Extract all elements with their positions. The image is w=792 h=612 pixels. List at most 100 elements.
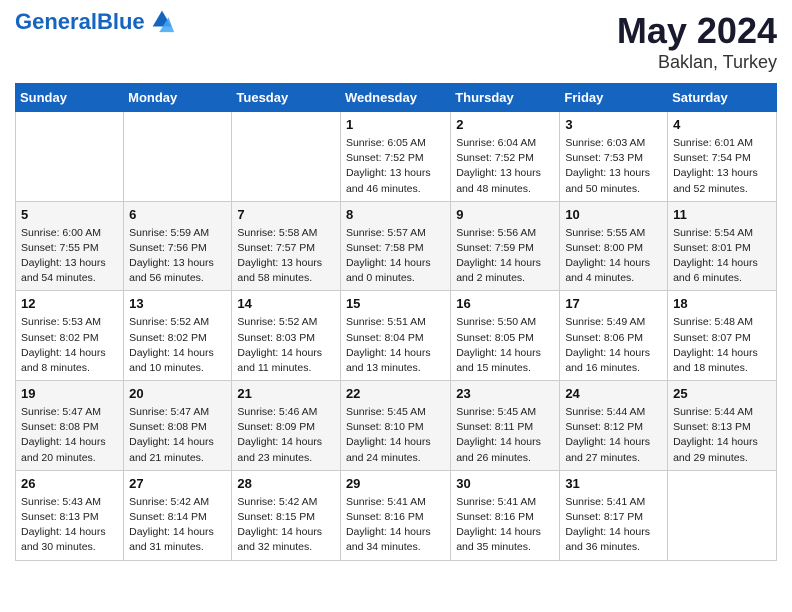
day-number: 15	[346, 295, 445, 314]
col-header-monday: Monday	[124, 84, 232, 112]
table-row: 26Sunrise: 5:43 AM Sunset: 8:13 PM Dayli…	[16, 470, 124, 560]
day-number: 12	[21, 295, 118, 314]
table-row: 27Sunrise: 5:42 AM Sunset: 8:14 PM Dayli…	[124, 470, 232, 560]
table-row: 17Sunrise: 5:49 AM Sunset: 8:06 PM Dayli…	[560, 291, 668, 381]
day-info: Sunrise: 5:54 AM Sunset: 8:01 PM Dayligh…	[673, 226, 771, 287]
table-row: 21Sunrise: 5:46 AM Sunset: 8:09 PM Dayli…	[232, 381, 341, 471]
calendar-week-row: 12Sunrise: 5:53 AM Sunset: 8:02 PM Dayli…	[16, 291, 777, 381]
day-number: 7	[237, 206, 335, 225]
table-row: 16Sunrise: 5:50 AM Sunset: 8:05 PM Dayli…	[451, 291, 560, 381]
day-number: 26	[21, 475, 118, 494]
day-number: 22	[346, 385, 445, 404]
day-number: 13	[129, 295, 226, 314]
day-info: Sunrise: 5:58 AM Sunset: 7:57 PM Dayligh…	[237, 226, 335, 287]
day-info: Sunrise: 5:44 AM Sunset: 8:12 PM Dayligh…	[565, 405, 662, 466]
logo: GeneralBlue	[15, 10, 176, 34]
day-number: 19	[21, 385, 118, 404]
day-info: Sunrise: 5:47 AM Sunset: 8:08 PM Dayligh…	[129, 405, 226, 466]
table-row: 9Sunrise: 5:56 AM Sunset: 7:59 PM Daylig…	[451, 201, 560, 291]
calendar-week-row: 5Sunrise: 6:00 AM Sunset: 7:55 PM Daylig…	[16, 201, 777, 291]
calendar-week-row: 19 Sunrise: 5:47 AM Sunset: 8:08 PM Dayli…	[16, 381, 777, 471]
table-row: 15Sunrise: 5:51 AM Sunset: 8:04 PM Dayli…	[340, 291, 450, 381]
day-info: Sunrise: 6:00 AM Sunset: 7:55 PM Dayligh…	[21, 226, 118, 287]
day-info: Sunrise: 5:41 AM Sunset: 8:16 PM Dayligh…	[456, 495, 554, 556]
col-header-friday: Friday	[560, 84, 668, 112]
day-number: 16	[456, 295, 554, 314]
day-number: 5	[21, 206, 118, 225]
table-row: 18Sunrise: 5:48 AM Sunset: 8:07 PM Dayli…	[668, 291, 777, 381]
day-info: Sunrise: 6:01 AM Sunset: 7:54 PM Dayligh…	[673, 136, 771, 197]
calendar-week-row: 26Sunrise: 5:43 AM Sunset: 8:13 PM Dayli…	[16, 470, 777, 560]
day-number: 10	[565, 206, 662, 225]
table-row: 20Sunrise: 5:47 AM Sunset: 8:08 PM Dayli…	[124, 381, 232, 471]
day-info: Sunrise: 5:42 AM Sunset: 8:14 PM Dayligh…	[129, 495, 226, 556]
day-number: 11	[673, 206, 771, 225]
day-info: Sunrise: 5:56 AM Sunset: 7:59 PM Dayligh…	[456, 226, 554, 287]
day-info: Sunrise: 5:52 AM Sunset: 8:03 PM Dayligh…	[237, 315, 335, 376]
table-row: 5Sunrise: 6:00 AM Sunset: 7:55 PM Daylig…	[16, 201, 124, 291]
day-info: Sunrise: 5:48 AM Sunset: 8:07 PM Dayligh…	[673, 315, 771, 376]
day-info: Sunrise: 5:49 AM Sunset: 8:06 PM Dayligh…	[565, 315, 662, 376]
day-info: Sunrise: 5:45 AM Sunset: 8:11 PM Dayligh…	[456, 405, 554, 466]
day-number: 21	[237, 385, 335, 404]
main-title: May 2024	[617, 10, 777, 52]
day-number: 27	[129, 475, 226, 494]
day-info: Sunrise: 5:46 AM Sunset: 8:09 PM Dayligh…	[237, 405, 335, 466]
table-row: 1Sunrise: 6:05 AM Sunset: 7:52 PM Daylig…	[340, 112, 450, 202]
day-info: Sunrise: 5:55 AM Sunset: 8:00 PM Dayligh…	[565, 226, 662, 287]
table-row: 8Sunrise: 5:57 AM Sunset: 7:58 PM Daylig…	[340, 201, 450, 291]
table-row: 28Sunrise: 5:42 AM Sunset: 8:15 PM Dayli…	[232, 470, 341, 560]
day-info: Sunrise: 6:04 AM Sunset: 7:52 PM Dayligh…	[456, 136, 554, 197]
day-number: 18	[673, 295, 771, 314]
table-row: 2Sunrise: 6:04 AM Sunset: 7:52 PM Daylig…	[451, 112, 560, 202]
calendar-week-row: 1Sunrise: 6:05 AM Sunset: 7:52 PM Daylig…	[16, 112, 777, 202]
table-row: 23Sunrise: 5:45 AM Sunset: 8:11 PM Dayli…	[451, 381, 560, 471]
subtitle: Baklan, Turkey	[617, 52, 777, 73]
table-row: 31Sunrise: 5:41 AM Sunset: 8:17 PM Dayli…	[560, 470, 668, 560]
table-row: 24Sunrise: 5:44 AM Sunset: 8:12 PM Dayli…	[560, 381, 668, 471]
day-number: 30	[456, 475, 554, 494]
day-info: Sunrise: 5:41 AM Sunset: 8:17 PM Dayligh…	[565, 495, 662, 556]
table-row	[124, 112, 232, 202]
table-row: 22Sunrise: 5:45 AM Sunset: 8:10 PM Dayli…	[340, 381, 450, 471]
table-row: 25Sunrise: 5:44 AM Sunset: 8:13 PM Dayli…	[668, 381, 777, 471]
table-row: 30Sunrise: 5:41 AM Sunset: 8:16 PM Dayli…	[451, 470, 560, 560]
day-number: 14	[237, 295, 335, 314]
header: GeneralBlue May 2024 Baklan, Turkey	[15, 10, 777, 73]
day-number: 4	[673, 116, 771, 135]
day-info: Sunrise: 5:50 AM Sunset: 8:05 PM Dayligh…	[456, 315, 554, 376]
table-row: 12Sunrise: 5:53 AM Sunset: 8:02 PM Dayli…	[16, 291, 124, 381]
day-info: Sunrise: 5:41 AM Sunset: 8:16 PM Dayligh…	[346, 495, 445, 556]
day-number: 6	[129, 206, 226, 225]
table-row	[16, 112, 124, 202]
day-info: Sunrise: 5:59 AM Sunset: 7:56 PM Dayligh…	[129, 226, 226, 287]
table-row: 13Sunrise: 5:52 AM Sunset: 8:02 PM Dayli…	[124, 291, 232, 381]
day-info: Sunrise: 5:53 AM Sunset: 8:02 PM Dayligh…	[21, 315, 118, 376]
day-info: Sunrise: 5:57 AM Sunset: 7:58 PM Dayligh…	[346, 226, 445, 287]
day-info: Sunrise: 5:44 AM Sunset: 8:13 PM Dayligh…	[673, 405, 771, 466]
day-number: 2	[456, 116, 554, 135]
table-row: 14Sunrise: 5:52 AM Sunset: 8:03 PM Dayli…	[232, 291, 341, 381]
day-info: Sunrise: 5:43 AM Sunset: 8:13 PM Dayligh…	[21, 495, 118, 556]
col-header-thursday: Thursday	[451, 84, 560, 112]
table-row: 11Sunrise: 5:54 AM Sunset: 8:01 PM Dayli…	[668, 201, 777, 291]
table-row	[668, 470, 777, 560]
day-number: 1	[346, 116, 445, 135]
day-number: 17	[565, 295, 662, 314]
day-number: 23	[456, 385, 554, 404]
table-row: 3Sunrise: 6:03 AM Sunset: 7:53 PM Daylig…	[560, 112, 668, 202]
day-number: 8	[346, 206, 445, 225]
day-number: 20	[129, 385, 226, 404]
day-info: Sunrise: 5:52 AM Sunset: 8:02 PM Dayligh…	[129, 315, 226, 376]
calendar-header-row: Sunday Monday Tuesday Wednesday Thursday…	[16, 84, 777, 112]
col-header-tuesday: Tuesday	[232, 84, 341, 112]
table-row: 29Sunrise: 5:41 AM Sunset: 8:16 PM Dayli…	[340, 470, 450, 560]
col-header-saturday: Saturday	[668, 84, 777, 112]
day-number: 24	[565, 385, 662, 404]
day-number: 3	[565, 116, 662, 135]
day-number: 9	[456, 206, 554, 225]
day-number: 31	[565, 475, 662, 494]
col-header-sunday: Sunday	[16, 84, 124, 112]
col-header-wednesday: Wednesday	[340, 84, 450, 112]
day-info: Sunrise: 5:51 AM Sunset: 8:04 PM Dayligh…	[346, 315, 445, 376]
